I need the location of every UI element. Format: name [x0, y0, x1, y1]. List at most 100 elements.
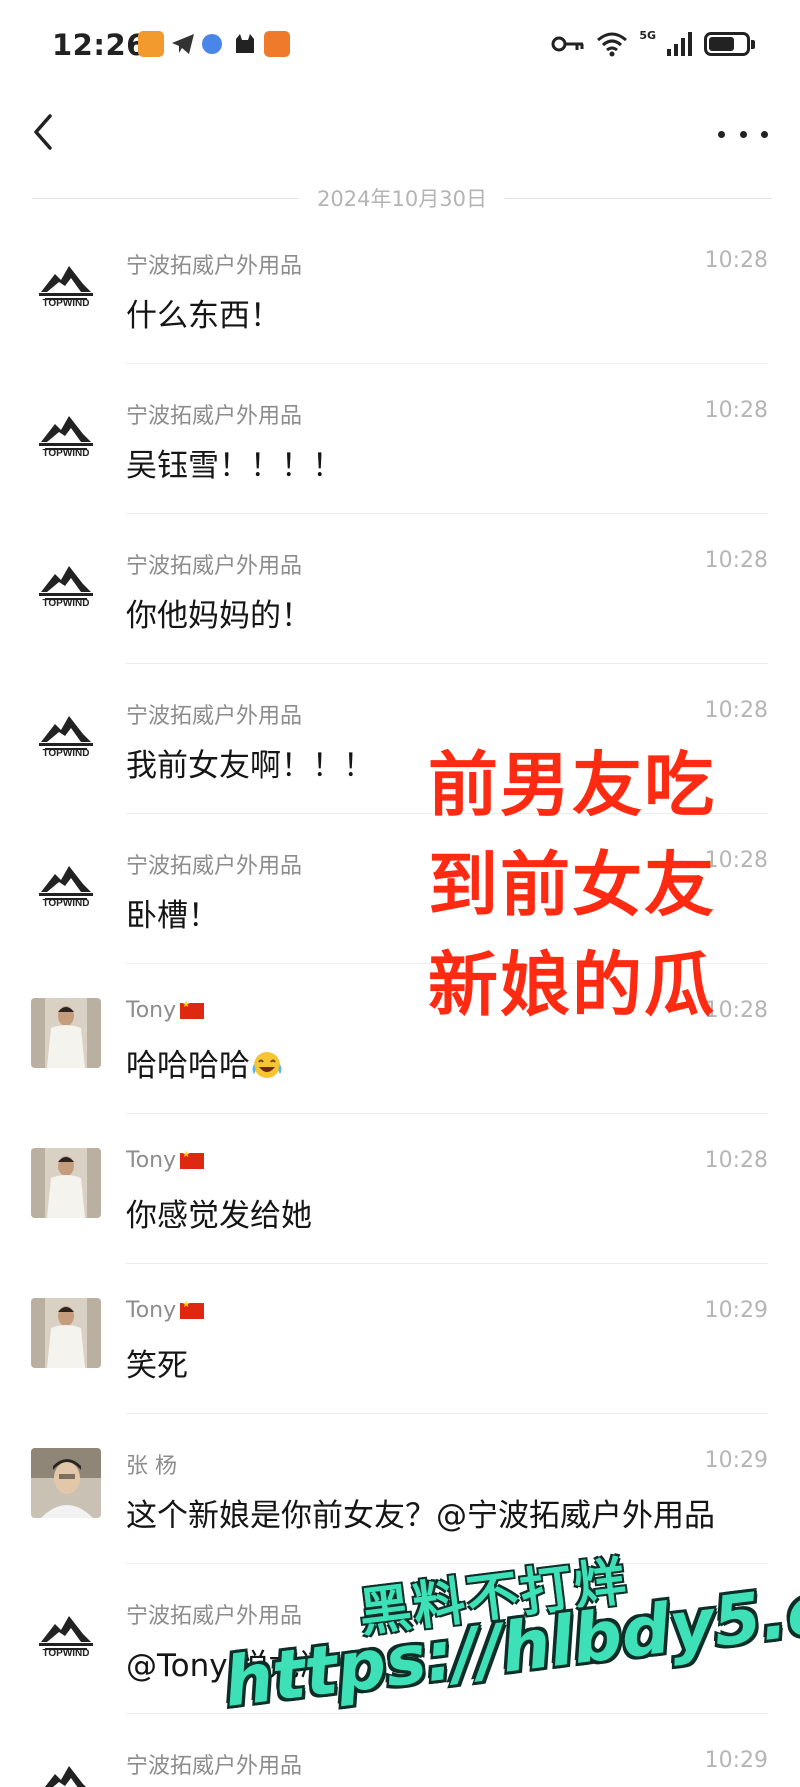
logo-text: TOPWIND: [42, 748, 90, 759]
overlay-line: 到前女友: [428, 844, 716, 926]
message-time: 10:28: [704, 698, 768, 723]
logo-text: TOPWIND: [42, 298, 90, 309]
message-item[interactable]: TOPWIND 宁波拓威户外用品 10:29: [0, 1714, 800, 1787]
message-text: 我前女友啊！！！: [126, 740, 374, 785]
message-text-label: 我前女友啊！！！: [126, 748, 374, 784]
more-dot-icon: [739, 130, 747, 138]
china-flag-icon: [180, 1000, 205, 1019]
sender-label: 宁波拓威户外用品: [126, 404, 303, 429]
message-time: 10:28: [704, 398, 768, 423]
overlay-line: 前男友吃: [428, 744, 716, 826]
logo-text: TOPWIND: [42, 898, 90, 909]
sender-label: 宁波拓威户外用品: [126, 254, 303, 279]
message-text: 吴钰雪！！！！: [126, 440, 343, 485]
message-item[interactable]: 张 杨 10:29 这个新娘是你前女友？@宁波拓威户外用品: [0, 1414, 800, 1564]
message-text-label: 你他妈妈的！: [126, 598, 312, 634]
message-item[interactable]: Tony 10:29 笑死: [0, 1264, 800, 1414]
message-time: 10:29: [704, 1448, 768, 1473]
sender-name: 宁波拓威户外用品: [126, 1598, 302, 1630]
divider-line: [32, 197, 300, 199]
topwind-logo-avatar[interactable]: TOPWIND: [31, 848, 101, 918]
sender-label: 宁波拓威户外用品: [126, 854, 303, 879]
network-type: 5G: [639, 28, 656, 42]
home-app-icon: [264, 31, 290, 57]
logo-text: TOPWIND: [42, 1648, 90, 1659]
tony-photo-avatar[interactable]: [31, 1148, 101, 1218]
message-time: 10:28: [704, 548, 768, 573]
message-text: 笑死: [126, 1340, 188, 1385]
message-time: 10:28: [704, 1148, 768, 1173]
sender-name: 张 杨: [126, 1448, 177, 1480]
sender-name: Tony: [126, 1148, 205, 1173]
status-time: 12:26: [52, 28, 147, 62]
message-item[interactable]: TOPWIND 宁波拓威户外用品 10:28 你他妈妈的！: [0, 514, 800, 664]
topwind-logo-avatar[interactable]: TOPWIND: [31, 248, 101, 318]
sender-name: 宁波拓威户外用品: [126, 248, 302, 280]
sender-name: Tony: [126, 998, 205, 1023]
wifi-icon: [597, 32, 628, 57]
laughing-crying-emoji-icon: [252, 1052, 282, 1078]
message-item[interactable]: TOPWIND 宁波拓威户外用品 10:28 吴钰雪！！！！: [0, 364, 800, 514]
sender-label: Tony: [126, 998, 177, 1023]
logo-text: TOPWIND: [42, 448, 90, 459]
sender-label: 宁波拓威户外用品: [126, 554, 303, 579]
chat-header: [0, 92, 800, 172]
sender-name: 宁波拓威户外用品: [126, 398, 302, 430]
sender-name: Tony: [126, 1298, 205, 1323]
message-text: 什么东西！: [126, 290, 281, 335]
key-icon: [551, 36, 584, 52]
china-flag-icon: [180, 1150, 205, 1169]
topwind-logo-avatar[interactable]: TOPWIND: [31, 1598, 101, 1668]
app-notification-icon: [138, 31, 164, 57]
logo-text: TOPWIND: [42, 598, 90, 609]
topwind-logo-avatar[interactable]: TOPWIND: [31, 1748, 101, 1787]
sender-name: 宁波拓威户外用品: [126, 848, 302, 880]
message-text: 这个新娘是你前女友？@宁波拓威户外用品: [126, 1490, 715, 1535]
topwind-logo-avatar[interactable]: TOPWIND: [31, 548, 101, 618]
more-options-button[interactable]: [718, 114, 768, 154]
message-text-label: 卧槽！: [126, 898, 219, 934]
china-flag-icon: [180, 1300, 205, 1319]
tony-photo-avatar[interactable]: [31, 998, 101, 1068]
sender-label: 宁波拓威户外用品: [126, 1754, 303, 1779]
sender-label: 张 杨: [126, 1454, 177, 1479]
date-divider: 2024年10月30日: [32, 183, 773, 213]
message-item[interactable]: TOPWIND 宁波拓威户外用品 10:28 什么东西！: [0, 214, 800, 364]
message-text: 卧槽！: [126, 890, 219, 935]
message-text: 你他妈妈的！: [126, 590, 312, 635]
battery-icon: [704, 32, 755, 56]
message-time: 10:29: [704, 1298, 768, 1323]
sender-name: 宁波拓威户外用品: [126, 1748, 302, 1780]
cat-app-icon: [236, 34, 254, 53]
sender-label: 宁波拓威户外用品: [126, 1604, 303, 1629]
message-text-label: 这个新娘是你前女友？@宁波拓威户外用品: [126, 1498, 715, 1534]
chevron-left-icon: [34, 114, 52, 150]
topwind-logo-avatar[interactable]: TOPWIND: [31, 698, 101, 768]
sender-label: Tony: [126, 1298, 177, 1323]
message-text-label: 吴钰雪！！！！: [126, 448, 343, 484]
back-button[interactable]: [26, 110, 66, 154]
message-text-label: 什么东西！: [126, 298, 281, 334]
overlay-line: 新娘的瓜: [428, 944, 716, 1026]
browser-icon: [202, 34, 222, 54]
overlay-caption: 前男友吃 到前女友 新娘的瓜: [428, 735, 716, 1035]
sender-label: Tony: [126, 1148, 177, 1173]
message-text: 哈哈哈哈: [126, 1040, 284, 1085]
message-text-label: 你感觉发给她: [126, 1198, 312, 1234]
divider-line: [504, 197, 773, 199]
message-item[interactable]: Tony 10:28 你感觉发给她: [0, 1114, 800, 1264]
telegram-icon: [172, 34, 194, 54]
topwind-logo-avatar[interactable]: TOPWIND: [31, 398, 101, 468]
date-label: 2024年10月30日: [317, 187, 487, 211]
sender-label: 宁波拓威户外用品: [126, 704, 303, 729]
message-text-label: 哈哈哈哈: [126, 1048, 250, 1084]
message-time: 10:29: [704, 1748, 768, 1773]
message-text: 你感觉发给她: [126, 1190, 312, 1235]
status-indicators: 5G: [551, 28, 755, 58]
zhang-photo-avatar[interactable]: [31, 1448, 101, 1518]
status-bar: 12:26 5G: [0, 0, 800, 92]
more-dot-icon: [718, 130, 725, 138]
tony-photo-avatar[interactable]: [31, 1298, 101, 1368]
more-dot-icon: [761, 130, 768, 138]
message-text-label: 笑死: [126, 1348, 188, 1384]
